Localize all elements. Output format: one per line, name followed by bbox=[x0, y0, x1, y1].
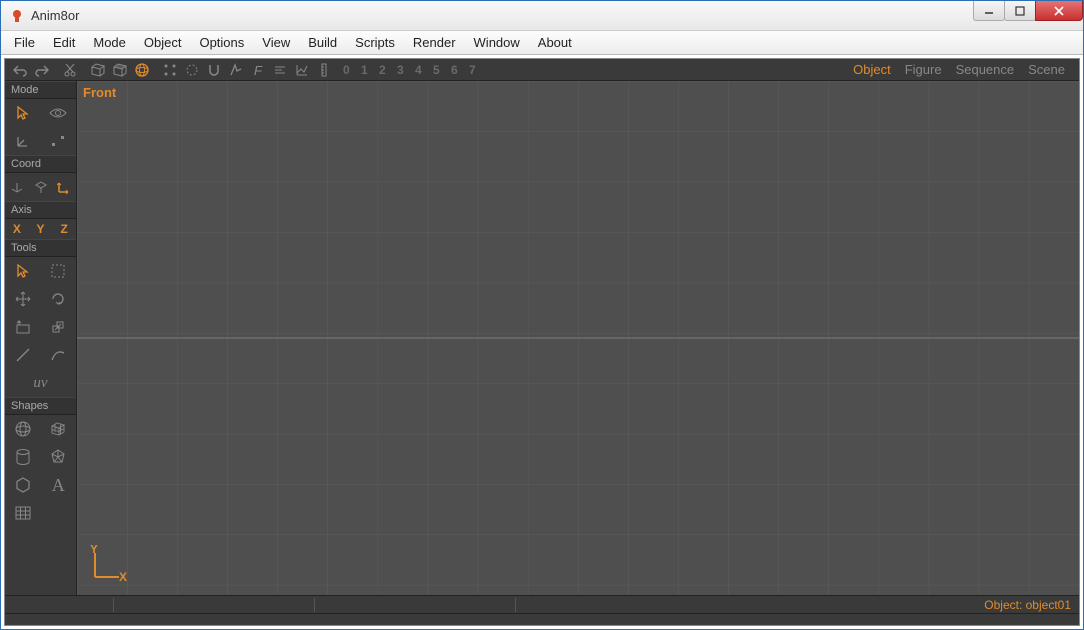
shape-sphere-icon[interactable] bbox=[5, 415, 41, 443]
menu-window[interactable]: Window bbox=[465, 32, 529, 53]
maximize-button[interactable] bbox=[1004, 1, 1036, 21]
screen-coord-icon[interactable] bbox=[52, 173, 76, 201]
window-title: Anim8or bbox=[31, 8, 79, 23]
shape-grid-icon[interactable] bbox=[5, 499, 41, 527]
shape-polyhedron-icon[interactable] bbox=[41, 443, 77, 471]
fast-select-icon[interactable] bbox=[226, 61, 246, 79]
tool-uv-icon[interactable]: uv bbox=[5, 369, 76, 397]
svg-text:F: F bbox=[254, 63, 263, 77]
axis-indicator: Y X bbox=[87, 545, 127, 585]
section-axis: Axis bbox=[5, 201, 76, 219]
section-tools: Tools bbox=[5, 239, 76, 257]
shape-empty bbox=[41, 499, 77, 527]
menu-about[interactable]: About bbox=[529, 32, 581, 53]
tab-figure[interactable]: Figure bbox=[905, 62, 942, 77]
eye-icon[interactable] bbox=[41, 99, 77, 127]
titlebar: Anim8or bbox=[1, 1, 1083, 31]
viewport[interactable]: Front Y X bbox=[77, 81, 1079, 595]
shape-cylinder-icon[interactable] bbox=[5, 443, 41, 471]
axis-x[interactable]: X bbox=[5, 219, 29, 239]
axis-arrows-icon[interactable] bbox=[5, 127, 41, 155]
menu-options[interactable]: Options bbox=[190, 32, 253, 53]
menu-file[interactable]: File bbox=[5, 32, 44, 53]
layer-numbers[interactable]: 0 1 2 3 4 5 6 7 bbox=[343, 63, 480, 77]
redo-icon[interactable] bbox=[32, 61, 52, 79]
app-window: Anim8or File Edit Mode Object Options Vi… bbox=[0, 0, 1084, 630]
tool-line-icon[interactable] bbox=[5, 341, 41, 369]
section-mode: Mode bbox=[5, 81, 76, 99]
f-icon[interactable]: F bbox=[248, 61, 268, 79]
ruler-icon[interactable] bbox=[314, 61, 334, 79]
status-bar bbox=[5, 613, 1079, 625]
menu-edit[interactable]: Edit bbox=[44, 32, 84, 53]
magnet-icon[interactable] bbox=[204, 61, 224, 79]
tab-scene[interactable]: Scene bbox=[1028, 62, 1065, 77]
shape-text-icon[interactable]: A bbox=[41, 471, 77, 499]
section-coord: Coord bbox=[5, 155, 76, 173]
app-icon bbox=[9, 8, 25, 24]
minimize-button[interactable] bbox=[973, 1, 1005, 21]
track-bar: Object: object01 bbox=[5, 595, 1079, 613]
axis-indicator-x: X bbox=[119, 570, 127, 584]
mode-tabs: Object Figure Sequence Scene bbox=[853, 62, 1075, 77]
shape-cube-icon[interactable] bbox=[41, 415, 77, 443]
viewport-grid bbox=[77, 81, 1079, 595]
axis-z[interactable]: Z bbox=[52, 219, 76, 239]
wireframe-icon[interactable] bbox=[88, 61, 108, 79]
menu-mode[interactable]: Mode bbox=[84, 32, 135, 53]
workspace: Mode Coord Axis X Y bbox=[5, 81, 1079, 595]
shape-hexagon-icon[interactable] bbox=[5, 471, 41, 499]
align-icon[interactable] bbox=[270, 61, 290, 79]
menu-view[interactable]: View bbox=[253, 32, 299, 53]
section-shapes: Shapes bbox=[5, 397, 76, 415]
tool-scale-icon[interactable] bbox=[41, 313, 77, 341]
graph-icon[interactable] bbox=[292, 61, 312, 79]
close-button[interactable] bbox=[1035, 1, 1083, 21]
object-coord-icon[interactable] bbox=[29, 173, 53, 201]
grid-dots-icon[interactable] bbox=[160, 61, 180, 79]
menu-render[interactable]: Render bbox=[404, 32, 465, 53]
snap-icon[interactable] bbox=[182, 61, 202, 79]
app-body: F 0 1 2 3 4 5 6 7 Object Figure Sequence… bbox=[4, 58, 1080, 626]
status-object-label: Object: object01 bbox=[984, 598, 1071, 612]
tool-rotate-icon[interactable] bbox=[41, 285, 77, 313]
cut-icon[interactable] bbox=[60, 61, 80, 79]
toolbar: F 0 1 2 3 4 5 6 7 Object Figure Sequence… bbox=[5, 59, 1079, 81]
tab-sequence[interactable]: Sequence bbox=[956, 62, 1015, 77]
toolbox: Mode Coord Axis X Y bbox=[5, 81, 77, 595]
tool-curve-icon[interactable] bbox=[41, 341, 77, 369]
undo-icon[interactable] bbox=[10, 61, 30, 79]
viewport-label: Front bbox=[83, 85, 116, 100]
flat-icon[interactable] bbox=[110, 61, 130, 79]
menu-object[interactable]: Object bbox=[135, 32, 191, 53]
menu-build[interactable]: Build bbox=[299, 32, 346, 53]
axis-indicator-y: Y bbox=[90, 545, 98, 556]
tool-marquee-icon[interactable] bbox=[41, 257, 77, 285]
smooth-icon[interactable] bbox=[132, 61, 152, 79]
axis-y[interactable]: Y bbox=[29, 219, 53, 239]
points-icon[interactable] bbox=[41, 127, 77, 155]
tool-scale-nonuniform-icon[interactable] bbox=[5, 313, 41, 341]
menu-scripts[interactable]: Scripts bbox=[346, 32, 404, 53]
menubar: File Edit Mode Object Options View Build… bbox=[1, 31, 1083, 55]
select-arrow-icon[interactable] bbox=[5, 99, 41, 127]
tool-move-icon[interactable] bbox=[5, 285, 41, 313]
window-controls bbox=[974, 1, 1083, 21]
world-coord-icon[interactable] bbox=[5, 173, 29, 201]
tab-object[interactable]: Object bbox=[853, 62, 891, 77]
tool-select-icon[interactable] bbox=[5, 257, 41, 285]
